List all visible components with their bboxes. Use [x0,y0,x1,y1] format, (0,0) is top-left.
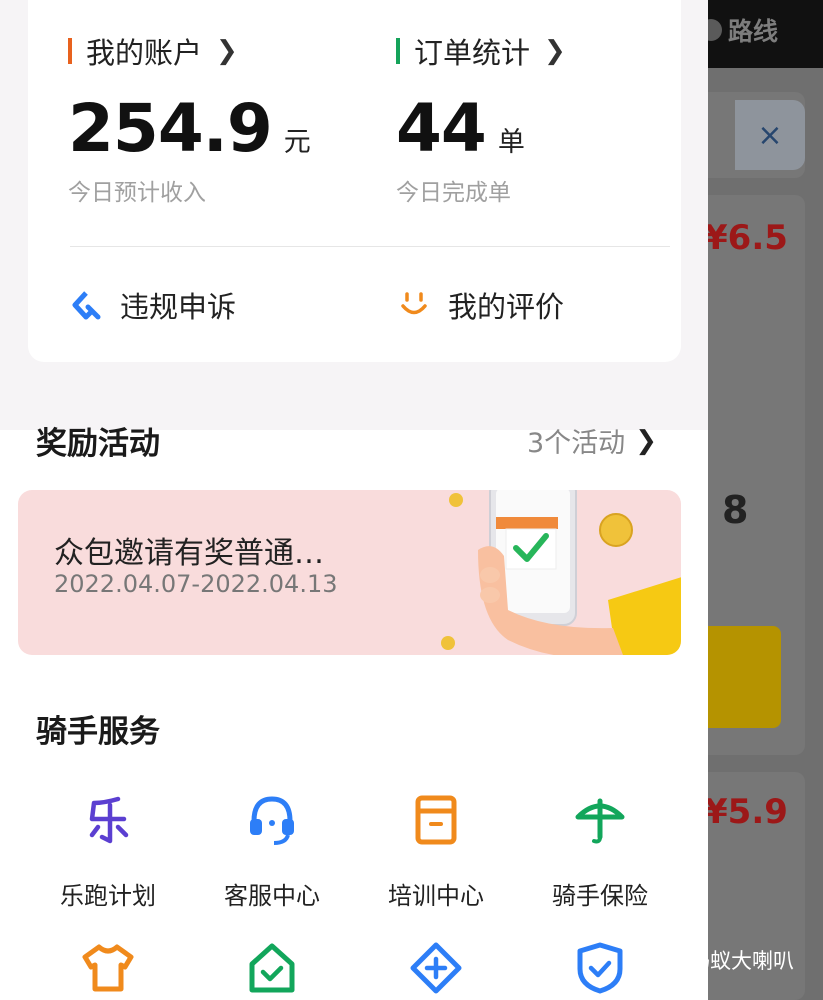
orders-label: 订单统计 [414,36,531,70]
house-check-icon [249,943,295,993]
account-label: 我的账户 [86,36,203,70]
shield-check-icon [577,942,623,994]
appeal-link[interactable]: 违规申诉 [70,284,236,326]
account-stat[interactable]: 我的账户 ❯ 254.9 元 今日预计收入 [68,30,311,207]
rewards-title: 奖励活动 [36,426,160,462]
watermark: 蚂蚁大喇叭 [655,945,794,975]
orders-caption: 今日完成单 [396,180,511,206]
service-training[interactable]: 培训中心 [354,792,518,911]
services-title: 骑手服务 [36,714,160,750]
service-support[interactable]: 客服中心 [190,792,354,911]
side-drawer: 我的账户 ❯ 254.9 元 今日预计收入 订单统计 ❯ 44 单 今日完成单 [0,0,708,1000]
income-amount: 254.9 [68,90,273,167]
background-route-button: 路线 [700,12,778,48]
rewards-more-link[interactable]: 3个活动 ❯ [527,421,657,460]
service-label: 骑手保险 [552,882,648,910]
rewards-count: 3个活动 [527,428,626,459]
rating-label: 我的评价 [448,290,565,324]
chevron-right-icon: ❯ [635,425,657,456]
training-box-icon [415,795,457,845]
service-item[interactable] [354,940,518,996]
background-price: ¥5.9 [704,792,788,832]
wechat-icon [655,949,684,972]
banner-date: 2022.04.07-2022.04.13 [54,570,338,598]
plus-diamond-icon [410,942,462,994]
service-label: 客服中心 [224,882,320,910]
chevron-right-icon: ❯ [544,36,566,66]
accent-bar [396,38,400,64]
account-card: 我的账户 ❯ 254.9 元 今日预计收入 订单统计 ❯ 44 单 今日完成单 [28,0,681,362]
orders-count: 44 [396,90,487,167]
service-insurance[interactable]: 骑手保险 [518,792,682,911]
le-run-icon [89,796,129,844]
reward-banner[interactable]: 众包邀请有奖普通… 2022.04.07-2022.04.13 [18,490,681,655]
background-yellow-button [705,626,781,728]
background-price: ¥6.5 [704,218,788,258]
background-close-icon: × [735,100,805,170]
divider [70,246,670,247]
service-label: 培训中心 [388,882,484,910]
orders-unit: 单 [497,127,525,158]
service-item[interactable] [26,940,190,996]
phone-in-hand-illustration [441,490,681,655]
appeal-label: 违规申诉 [120,290,237,324]
watermark-text: 蚂蚁大喇叭 [689,949,794,973]
smile-icon [401,292,427,315]
service-item[interactable] [190,940,354,996]
service-label: 乐跑计划 [60,882,156,910]
orders-stat[interactable]: 订单统计 ❯ 44 单 今日完成单 [396,30,566,207]
chevron-right-icon: ❯ [216,36,238,66]
accent-bar [68,38,72,64]
appeal-icon [72,291,101,320]
rating-link[interactable]: 我的评价 [398,284,564,326]
umbrella-icon [575,798,625,844]
banner-title: 众包邀请有奖普通… [54,536,324,571]
shirt-icon [82,944,134,992]
headset-icon [250,796,294,845]
service-le-run[interactable]: 乐跑计划 [26,792,190,911]
income-caption: 今日预计收入 [68,180,206,206]
income-unit: 元 [283,127,311,158]
background-count: 8 [722,488,749,532]
